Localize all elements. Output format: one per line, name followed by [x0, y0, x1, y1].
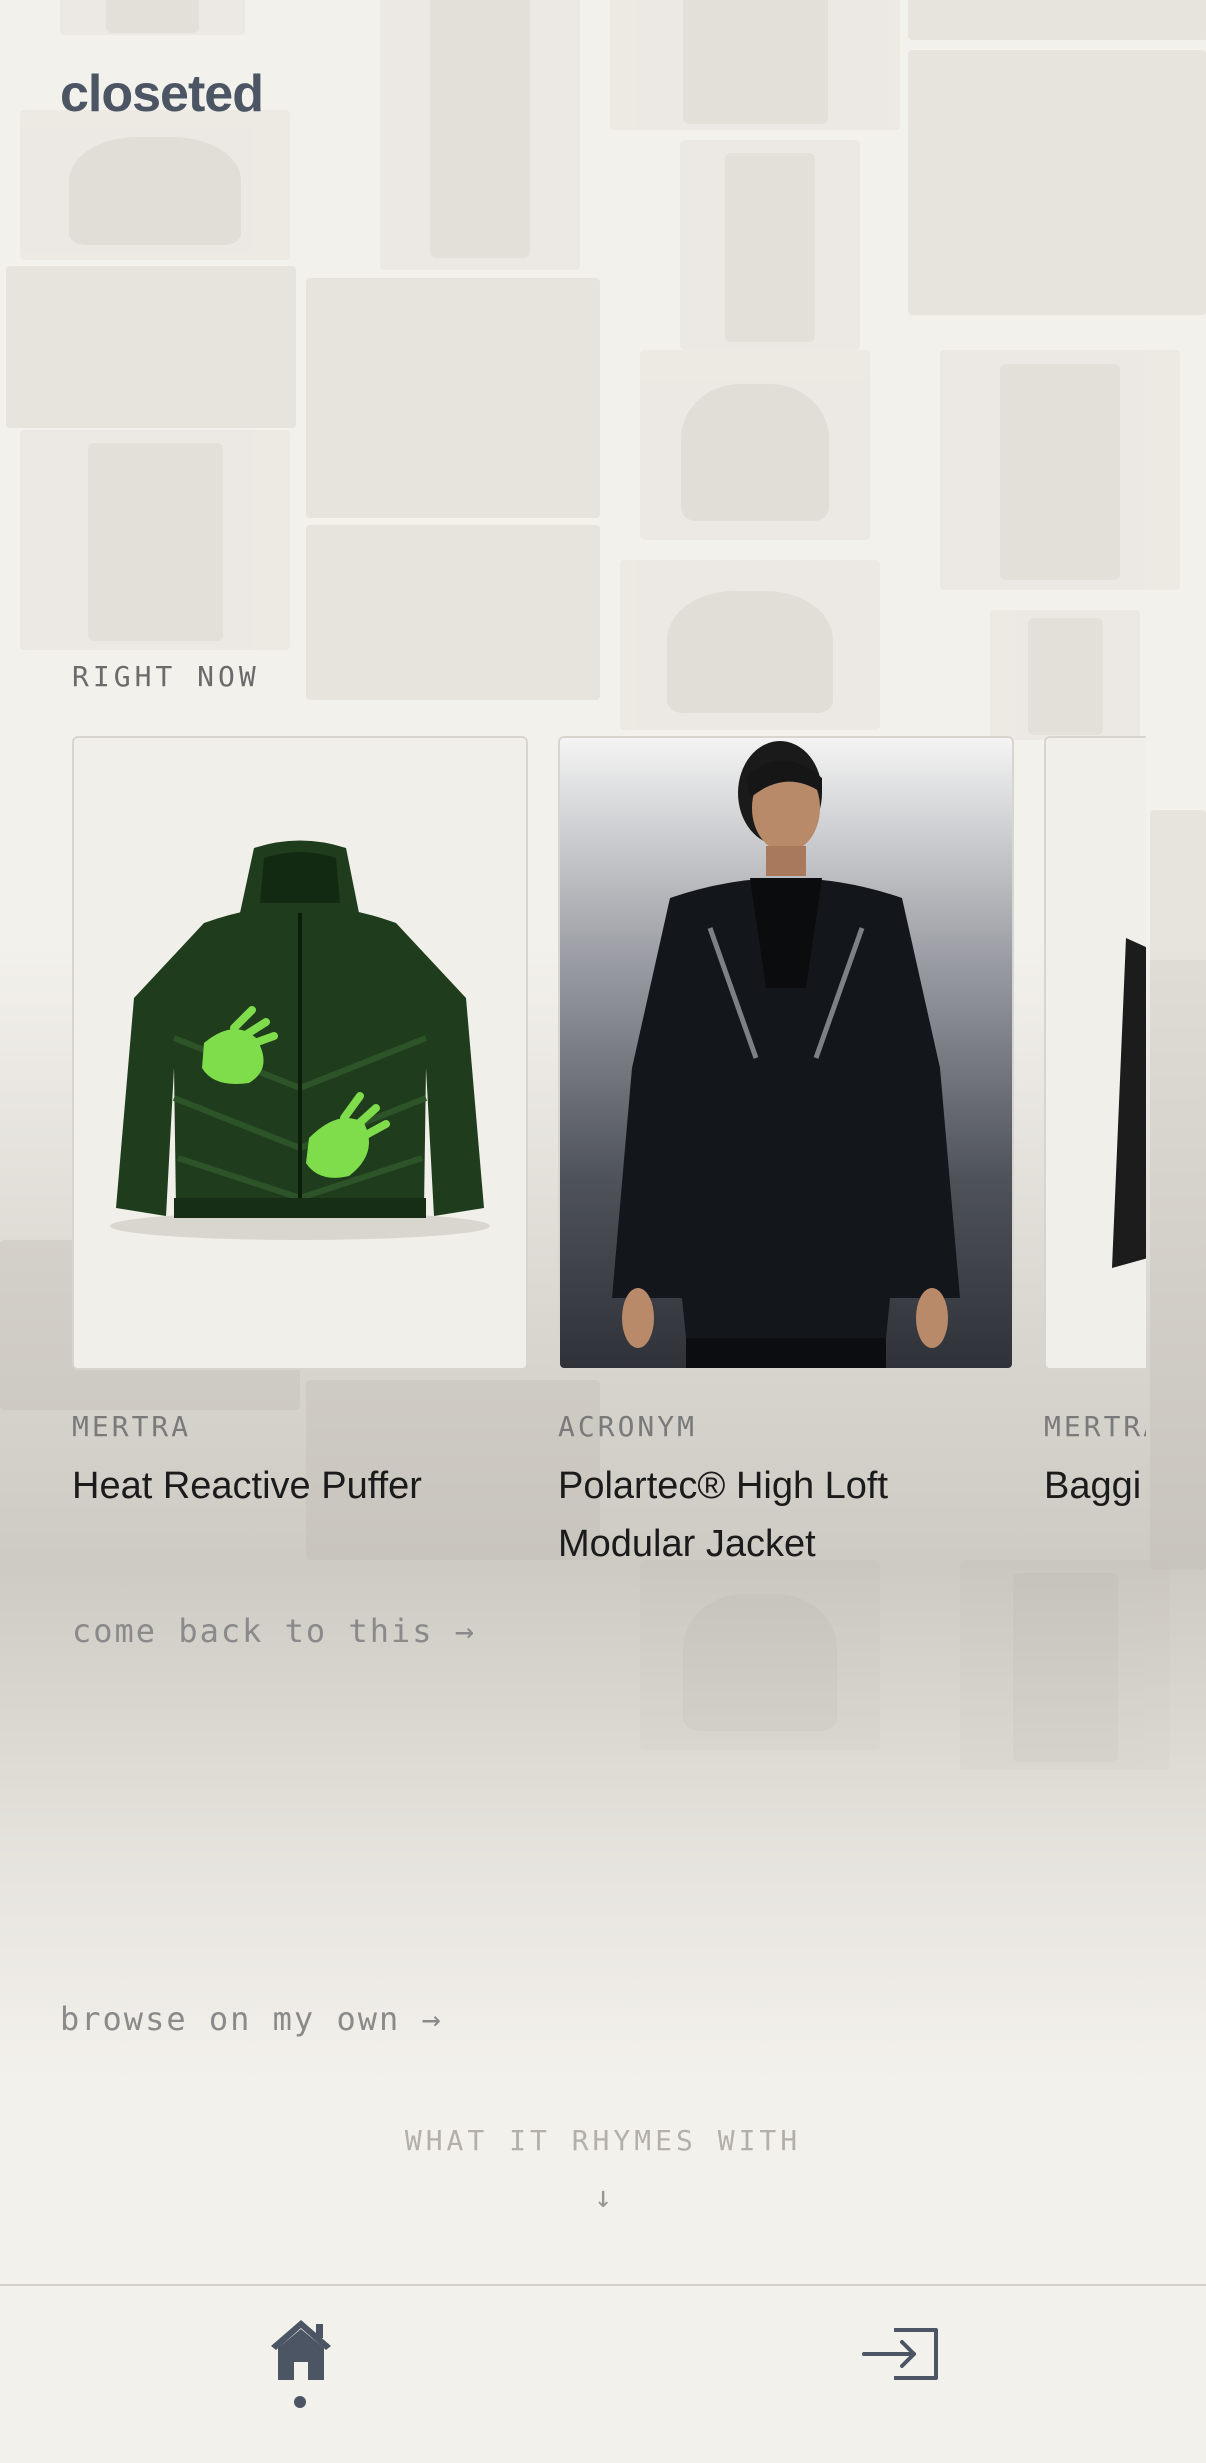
product-brand: MERTRA	[1044, 1410, 1146, 1443]
coat-image	[1046, 738, 1146, 1368]
product-card[interactable]: MERTRA Heat Reactive Puffer	[72, 736, 528, 1515]
tab-home[interactable]	[256, 2316, 346, 2408]
product-brand: MERTRA	[72, 1410, 192, 1443]
app-logo[interactable]: closeted	[60, 64, 264, 124]
product-card[interactable]: ACRONYM Polartec® High Loft Modular Jack…	[558, 736, 1014, 1573]
product-image[interactable]	[72, 736, 528, 1370]
bottom-tab-bar	[0, 2284, 1206, 2463]
active-tab-indicator	[294, 2396, 306, 2408]
product-brand: ACRONYM	[558, 1410, 698, 1443]
tab-login[interactable]	[858, 2316, 948, 2406]
rhymes-label: WHAT IT RHYMES WITH	[404, 2124, 802, 2157]
model-jacket-image	[560, 738, 1012, 1368]
right-now-carousel[interactable]: MERTRA Heat Reactive Puffer ACRONYM Pola…	[72, 736, 1146, 1596]
product-image[interactable]	[1044, 736, 1146, 1370]
product-name[interactable]: Baggi	[1044, 1457, 1146, 1515]
product-image[interactable]	[558, 736, 1014, 1370]
login-icon	[862, 2328, 938, 2380]
arrow-down-icon[interactable]: ↓	[0, 2180, 1206, 2215]
browse-link[interactable]: browse on my own →	[60, 2000, 443, 2038]
puffer-jacket-image	[74, 738, 526, 1368]
right-now-label: RIGHT NOW	[72, 660, 260, 693]
product-card[interactable]: MERTRA Baggi	[1044, 736, 1146, 1515]
home-icon	[271, 2320, 331, 2380]
come-back-link[interactable]: come back to this →	[72, 1612, 476, 1650]
product-name[interactable]: Polartec® High Loft Modular Jacket	[558, 1457, 1014, 1573]
product-name[interactable]: Heat Reactive Puffer	[72, 1457, 528, 1515]
